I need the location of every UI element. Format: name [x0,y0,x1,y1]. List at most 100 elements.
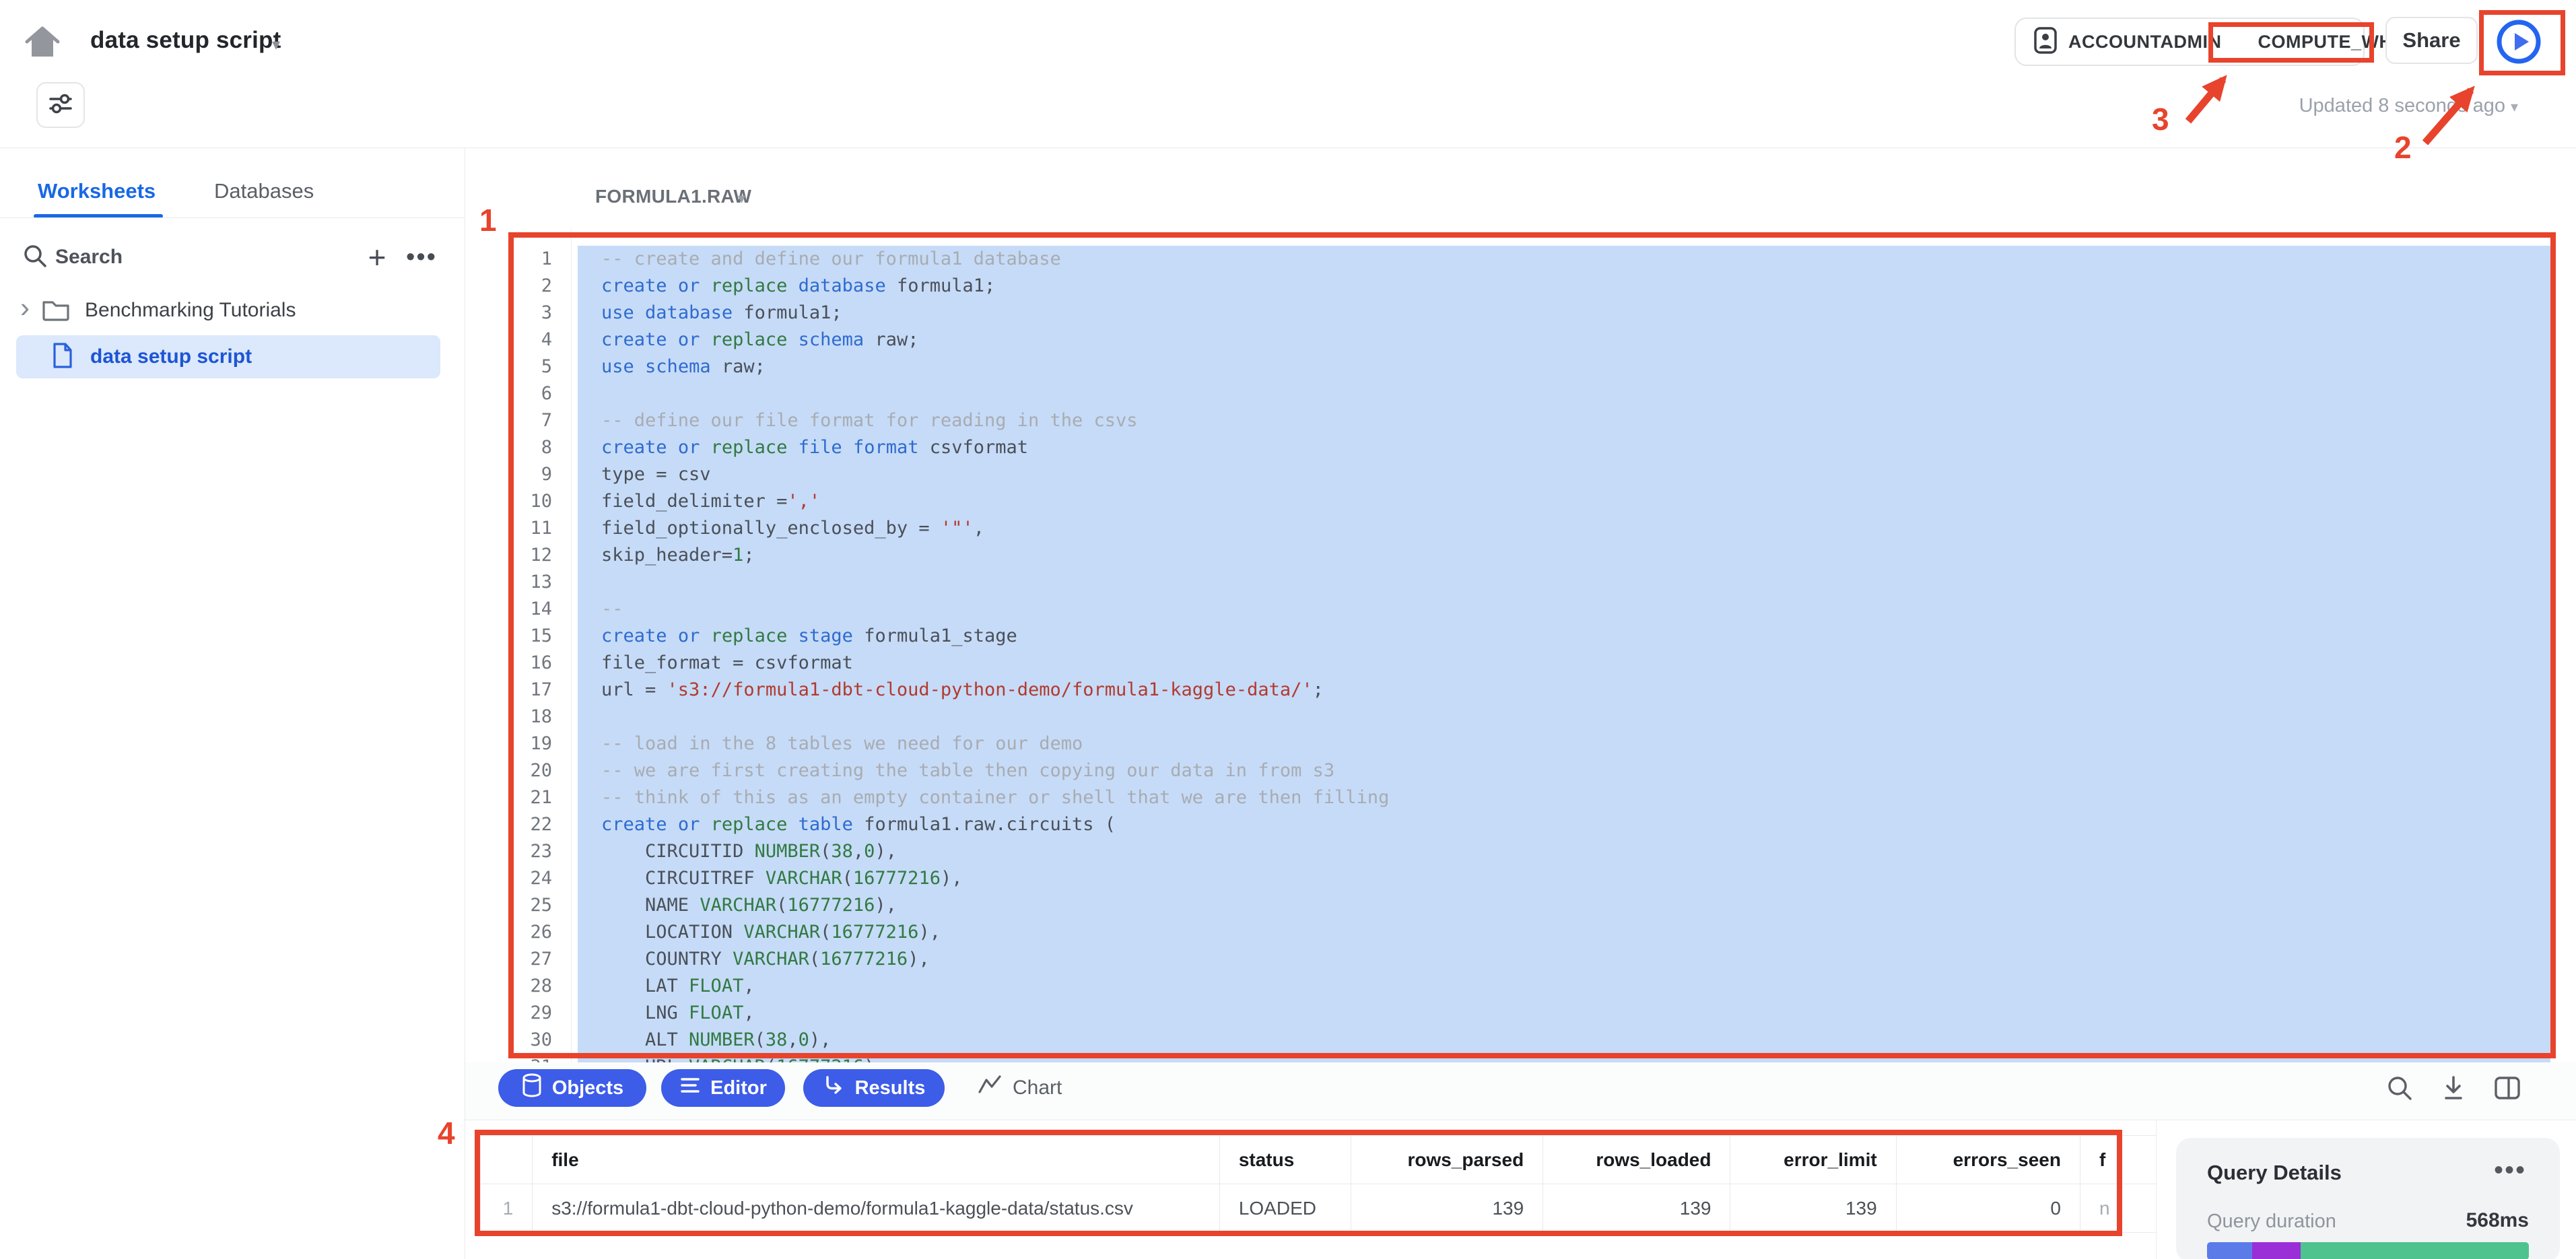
return-arrow-icon [823,1075,846,1101]
database-schema-selector[interactable]: FORMULA1.RAW [595,186,751,207]
chart-label: Chart [1013,1077,1062,1099]
code-line[interactable]: 11field_optionally_enclosed_by = '"', [465,515,2576,542]
results-button[interactable]: Results [803,1069,945,1107]
new-worksheet-button[interactable]: + [358,238,396,276]
tabs-divider [0,217,465,218]
role-label: ACCOUNTADMIN [2068,32,2221,53]
code-line[interactable]: 27 COUNTRY VARCHAR(16777216), [465,946,2576,973]
run-button[interactable] [2495,18,2542,65]
sidebar-item-benchmarking-tutorials[interactable]: › Benchmarking Tutorials [0,290,465,331]
editor-button[interactable]: Editor [661,1069,785,1107]
chart-tab[interactable]: Chart [978,1069,1062,1107]
context-selector-button[interactable]: ACCOUNTADMIN COMPUTE_WH [2014,18,2365,66]
code-line[interactable]: 16file_format = csvformat [465,650,2576,677]
code-line[interactable]: 24 CIRCUITREF VARCHAR(16777216), [465,865,2576,892]
column-header[interactable]: errors_seen [1896,1136,2080,1184]
code-line[interactable]: 5use schema raw; [465,353,2576,380]
updated-status[interactable]: Updated 8 seconds ago▾ [2276,95,2518,117]
schema-selector-caret-icon[interactable]: ▾ [738,190,745,207]
tab-databases[interactable]: Databases [214,179,314,203]
code-line[interactable]: 18 [465,704,2576,730]
app-window: data setup script ▾ ACCOUNTADMIN COMPUTE… [0,0,2576,1259]
sidebar-item-data-setup-script[interactable]: data setup script [16,335,440,378]
code-line[interactable]: 29 LNG FLOAT, [465,1000,2576,1027]
table-cell: 1 [481,1184,533,1233]
code-line[interactable]: 17url = 's3://formula1-dbt-cloud-python-… [465,677,2576,704]
code-line[interactable]: 25 NAME VARCHAR(16777216), [465,892,2576,919]
table-cell: 139 [1351,1184,1543,1233]
code-line[interactable]: 26 LOCATION VARCHAR(16777216), [465,919,2576,946]
worksheet-title[interactable]: data setup script [90,27,281,54]
code-line[interactable]: 23 CIRCUITID NUMBER(38,0), [465,838,2576,865]
code-line[interactable]: 9type = csv [465,461,2576,488]
table-cell: s3://formula1-dbt-cloud-python-demo/form… [533,1184,1220,1233]
results-search-icon[interactable] [2383,1072,2416,1104]
column-header[interactable]: rows_parsed [1351,1136,1543,1184]
search-input[interactable] [54,237,337,277]
warehouse-label: COMPUTE_WH [2258,32,2392,53]
column-header[interactable]: status [1219,1136,1351,1184]
column-header[interactable]: error_limit [1730,1136,1896,1184]
table-cell: n [2080,1184,2156,1233]
code-line[interactable]: 22create or replace table formula1.raw.c… [465,811,2576,838]
code-line[interactable]: 31 URL VARCHAR(16777216), [465,1054,2576,1062]
code-line[interactable]: 3use database formula1; [465,300,2576,327]
split-columns-icon[interactable] [2491,1072,2523,1104]
code-line[interactable]: 12skip_header=1; [465,542,2576,569]
code-line[interactable]: 7-- define our file format for reading i… [465,407,2576,434]
query-duration-bar [2207,1242,2529,1259]
ellipsis-icon: ••• [406,243,437,272]
code-line[interactable]: 2create or replace database formula1; [465,273,2576,300]
chevron-right-icon[interactable]: › [20,294,30,322]
code-line[interactable]: 19-- load in the 8 tables we need for ou… [465,730,2576,757]
download-icon[interactable] [2437,1072,2470,1104]
worksheet-title-caret-icon[interactable]: ▾ [272,35,280,55]
code-line[interactable]: 15create or replace stage formula1_stage [465,623,2576,650]
code-line[interactable]: 13 [465,569,2576,596]
duration-bar-segment [2252,1242,2301,1259]
objects-button[interactable]: Objects [498,1069,646,1107]
table-cell: 0 [1896,1184,2080,1233]
code-line[interactable]: 28 LAT FLOAT, [465,973,2576,1000]
table-cell: 139 [1730,1184,1896,1233]
code-lines: 1-- create and define our formula1 datab… [465,246,2576,1062]
duration-bar-segment [2207,1242,2252,1259]
worksheet-file-icon [51,342,74,372]
lines-icon [679,1075,701,1101]
play-icon [2495,18,2542,65]
column-header[interactable]: file [533,1136,1220,1184]
annotation-number-4: 4 [438,1115,455,1151]
share-button[interactable]: Share [2385,17,2478,64]
column-header[interactable] [481,1136,533,1184]
table-cell: LOADED [1219,1184,1351,1233]
editor-label: Editor [710,1077,767,1099]
code-line[interactable]: 10field_delimiter =',' [465,488,2576,515]
sidebar-more-button[interactable]: ••• [403,238,440,276]
code-line[interactable]: 21-- think of this as an empty container… [465,784,2576,811]
home-icon[interactable] [24,26,61,59]
query-details-menu-icon[interactable]: ••• [2494,1155,2526,1186]
column-header[interactable]: rows_loaded [1543,1136,1730,1184]
sql-editor[interactable]: 1-- create and define our formula1 datab… [465,229,2576,1062]
tab-worksheets[interactable]: Worksheets [38,179,156,203]
code-line[interactable]: 14-- [465,596,2576,623]
objects-label: Objects [552,1077,623,1099]
column-header[interactable]: f [2080,1136,2156,1184]
folder-icon [42,297,70,325]
updated-caret-icon: ▾ [2511,98,2518,115]
query-details-panel: Query Details ••• Query duration 568ms [2176,1138,2560,1259]
header-divider [0,147,2576,148]
table-row[interactable]: 1s3://formula1-dbt-cloud-python-demo/for… [481,1184,2157,1233]
code-line[interactable]: 8create or replace file format csvformat [465,434,2576,461]
code-line[interactable]: 6 [465,380,2576,407]
filters-button[interactable] [36,82,85,128]
code-line[interactable]: 4create or replace schema raw; [465,327,2576,353]
plus-icon: + [368,239,386,275]
chart-zigzag-icon [978,1075,1002,1101]
code-line[interactable]: 1-- create and define our formula1 datab… [465,246,2576,273]
search-icon [22,242,48,273]
code-line[interactable]: 20-- we are first creating the table the… [465,757,2576,784]
code-line[interactable]: 30 ALT NUMBER(38,0), [465,1027,2576,1054]
query-duration-label: Query duration [2207,1211,2336,1233]
results-table-wrap: filestatusrows_parsedrows_loadederror_li… [480,1135,2157,1233]
